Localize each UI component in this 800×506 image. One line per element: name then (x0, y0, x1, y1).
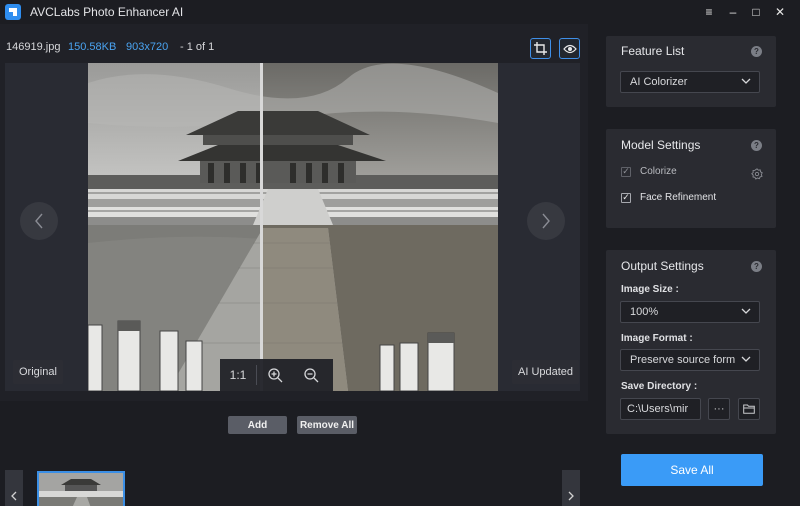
preview-toggle-button[interactable] (559, 38, 580, 59)
minimize-button[interactable]: – (721, 0, 745, 24)
image-viewer[interactable]: Original AI Updated 1:1 (5, 63, 580, 391)
ai-updated-label: AI Updated (512, 360, 580, 384)
settings-pane: Feature List ? AI Colorizer Model Settin… (588, 24, 800, 506)
chevron-down-icon (741, 308, 751, 314)
image-thumbnail[interactable] (37, 471, 125, 506)
colorize-checkbox[interactable]: ✓ (621, 166, 631, 177)
file-name: 146919.jpg (6, 41, 61, 53)
zoom-toolbar: 1:1 (220, 359, 333, 391)
face-refinement-option[interactable]: ✓ Face Refinement (621, 192, 716, 203)
zoom-in-icon (267, 367, 282, 382)
file-size: 150.58KB (68, 41, 117, 53)
image-queue: Add Remove All (0, 401, 588, 506)
output-settings-panel: Output Settings ? Image Size : 100% Imag… (606, 250, 776, 434)
output-settings-title: Output Settings (621, 259, 704, 273)
face-refinement-checkbox[interactable]: ✓ (621, 192, 631, 203)
image-format-select[interactable]: Preserve source format (620, 349, 760, 371)
image-dimensions: 903x720 (126, 41, 169, 53)
zoom-out-icon (303, 367, 318, 382)
add-button[interactable]: Add (228, 416, 287, 434)
save-all-button[interactable]: Save All (621, 454, 763, 486)
zoom-in-button[interactable] (257, 359, 293, 391)
folder-icon (743, 404, 755, 414)
comparison-photo[interactable] (88, 63, 498, 391)
save-directory-label: Save Directory : (621, 381, 698, 392)
chevron-left-icon (11, 491, 17, 501)
zoom-out-button[interactable] (293, 359, 329, 391)
chevron-right-icon (542, 213, 550, 229)
model-settings-panel: Model Settings ? ✓ Colorize ✓ Face Refin… (606, 129, 776, 228)
window-title: AVCLabs Photo Enhancer AI (30, 5, 184, 19)
save-directory-input[interactable]: C:\Users\mir (620, 398, 701, 420)
image-size-value: 100% (630, 306, 659, 318)
image-format-value: Preserve source format (630, 354, 735, 366)
remove-all-button[interactable]: Remove All (297, 416, 357, 434)
zoom-reset-button[interactable]: 1:1 (220, 359, 256, 391)
maximize-button[interactable]: □ (744, 0, 768, 24)
chevron-right-icon (568, 491, 574, 501)
strip-scroll-right-button[interactable] (562, 470, 580, 506)
close-button[interactable]: ✕ (768, 0, 792, 24)
colorize-label: Colorize (640, 166, 677, 177)
menu-icon[interactable]: ≡ (697, 0, 721, 24)
original-label: Original (13, 360, 63, 384)
chevron-down-icon (741, 356, 751, 362)
image-format-label: Image Format : (621, 333, 693, 344)
image-size-select[interactable]: 100% (620, 301, 760, 323)
title-bar: AVCLabs Photo Enhancer AI ≡ – □ ✕ (0, 0, 800, 24)
help-icon[interactable]: ? (751, 140, 762, 151)
feature-list-panel: Feature List ? AI Colorizer (606, 36, 776, 107)
help-icon[interactable]: ? (751, 46, 762, 57)
next-image-button[interactable] (527, 202, 565, 240)
comparison-split-handle[interactable] (260, 63, 263, 391)
model-settings-title: Model Settings (621, 138, 701, 152)
crop-icon (534, 42, 547, 55)
app-logo-icon (5, 4, 21, 20)
feature-list-title: Feature List (621, 44, 685, 58)
feature-select[interactable]: AI Colorizer (620, 71, 760, 93)
previous-image-button[interactable] (20, 202, 58, 240)
open-folder-button[interactable] (738, 398, 760, 420)
eye-icon (562, 44, 577, 53)
help-icon[interactable]: ? (751, 261, 762, 272)
colorize-option[interactable]: ✓ Colorize (621, 166, 677, 177)
image-size-label: Image Size : (621, 284, 679, 295)
gear-icon[interactable] (751, 168, 763, 180)
browse-more-button[interactable]: ··· (708, 398, 730, 420)
file-info-bar: 146919.jpg 150.58KB 903x720 - 1 of 1 (0, 24, 588, 60)
crop-button[interactable] (530, 38, 551, 59)
chevron-down-icon (741, 78, 751, 84)
strip-scroll-left-button[interactable] (5, 470, 23, 506)
feature-select-value: AI Colorizer (630, 76, 688, 88)
preview-pane: 146919.jpg 150.58KB 903x720 - 1 of 1 Ori… (0, 24, 588, 506)
chevron-left-icon (35, 213, 43, 229)
face-refinement-label: Face Refinement (640, 192, 717, 203)
image-counter: - 1 of 1 (180, 41, 215, 53)
